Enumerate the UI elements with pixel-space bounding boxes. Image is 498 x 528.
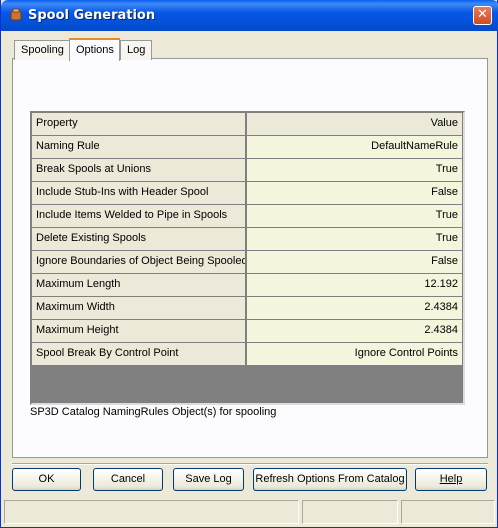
property-value[interactable]: 2.4384: [247, 297, 463, 320]
table-row[interactable]: Maximum Width 2.4384: [32, 297, 463, 320]
property-name: Include Stub-Ins with Header Spool: [32, 182, 247, 205]
property-name: Delete Existing Spools: [32, 228, 247, 251]
property-name: Include Items Welded to Pipe in Spools: [32, 205, 247, 228]
table-row[interactable]: Maximum Length 12.192: [32, 274, 463, 297]
table-row[interactable]: Naming Rule DefaultNameRule: [32, 136, 463, 159]
column-header-property[interactable]: Property: [32, 113, 247, 136]
spool-generation-window: Spool Generation ✕ Property Value Naming…: [0, 0, 498, 528]
cancel-button[interactable]: Cancel: [93, 468, 163, 491]
footer-separator: [12, 463, 488, 465]
ok-button[interactable]: OK: [12, 468, 81, 491]
tab-options[interactable]: Options: [69, 38, 120, 61]
property-value[interactable]: True: [247, 159, 463, 182]
window-title: Spool Generation: [28, 8, 156, 23]
property-value[interactable]: 2.4384: [247, 320, 463, 343]
property-value[interactable]: False: [247, 182, 463, 205]
table-row[interactable]: Include Stub-Ins with Header Spool False: [32, 182, 463, 205]
table-row[interactable]: Delete Existing Spools True: [32, 228, 463, 251]
property-value[interactable]: True: [247, 228, 463, 251]
property-value[interactable]: False: [247, 251, 463, 274]
property-value[interactable]: DefaultNameRule: [247, 136, 463, 159]
refresh-options-button[interactable]: Refresh Options From Catalog: [253, 468, 407, 491]
property-value[interactable]: True: [247, 205, 463, 228]
table-row[interactable]: Break Spools at Unions True: [32, 159, 463, 182]
column-header-value[interactable]: Value: [247, 113, 463, 136]
property-value[interactable]: 12.192: [247, 274, 463, 297]
spool-icon: [9, 8, 23, 22]
property-name: Maximum Height: [32, 320, 247, 343]
grid-header-row: Property Value: [32, 113, 463, 136]
status-pane: [401, 500, 495, 524]
options-grid: Property Value Naming Rule DefaultNameRu…: [30, 111, 465, 405]
table-row[interactable]: Ignore Boundaries of Object Being Spoole…: [32, 251, 463, 274]
table-row[interactable]: Maximum Height 2.4384: [32, 320, 463, 343]
property-name: Maximum Length: [32, 274, 247, 297]
property-name: Maximum Width: [32, 297, 247, 320]
property-name: Break Spools at Unions: [32, 159, 247, 182]
save-log-button[interactable]: Save Log: [173, 468, 244, 491]
tab-spooling[interactable]: Spooling: [14, 40, 71, 60]
property-value[interactable]: Ignore Control Points: [247, 343, 463, 366]
property-description: SP3D Catalog NamingRules Object(s) for s…: [30, 406, 277, 418]
grid-empty-area: [32, 366, 463, 403]
property-name: Spool Break By Control Point: [32, 343, 247, 366]
options-tab-panel: Property Value Naming Rule DefaultNameRu…: [12, 58, 488, 458]
help-button[interactable]: Help: [415, 468, 487, 491]
table-row[interactable]: Include Items Welded to Pipe in Spools T…: [32, 205, 463, 228]
table-row[interactable]: Spool Break By Control Point Ignore Cont…: [32, 343, 463, 366]
status-pane: [4, 500, 299, 524]
close-icon[interactable]: ✕: [473, 6, 492, 25]
title-bar[interactable]: Spool Generation ✕: [1, 0, 498, 31]
status-pane: [302, 500, 398, 524]
property-name: Ignore Boundaries of Object Being Spoole…: [32, 251, 247, 274]
property-name: Naming Rule: [32, 136, 247, 159]
status-bar: [4, 500, 495, 525]
tab-log[interactable]: Log: [120, 40, 153, 60]
